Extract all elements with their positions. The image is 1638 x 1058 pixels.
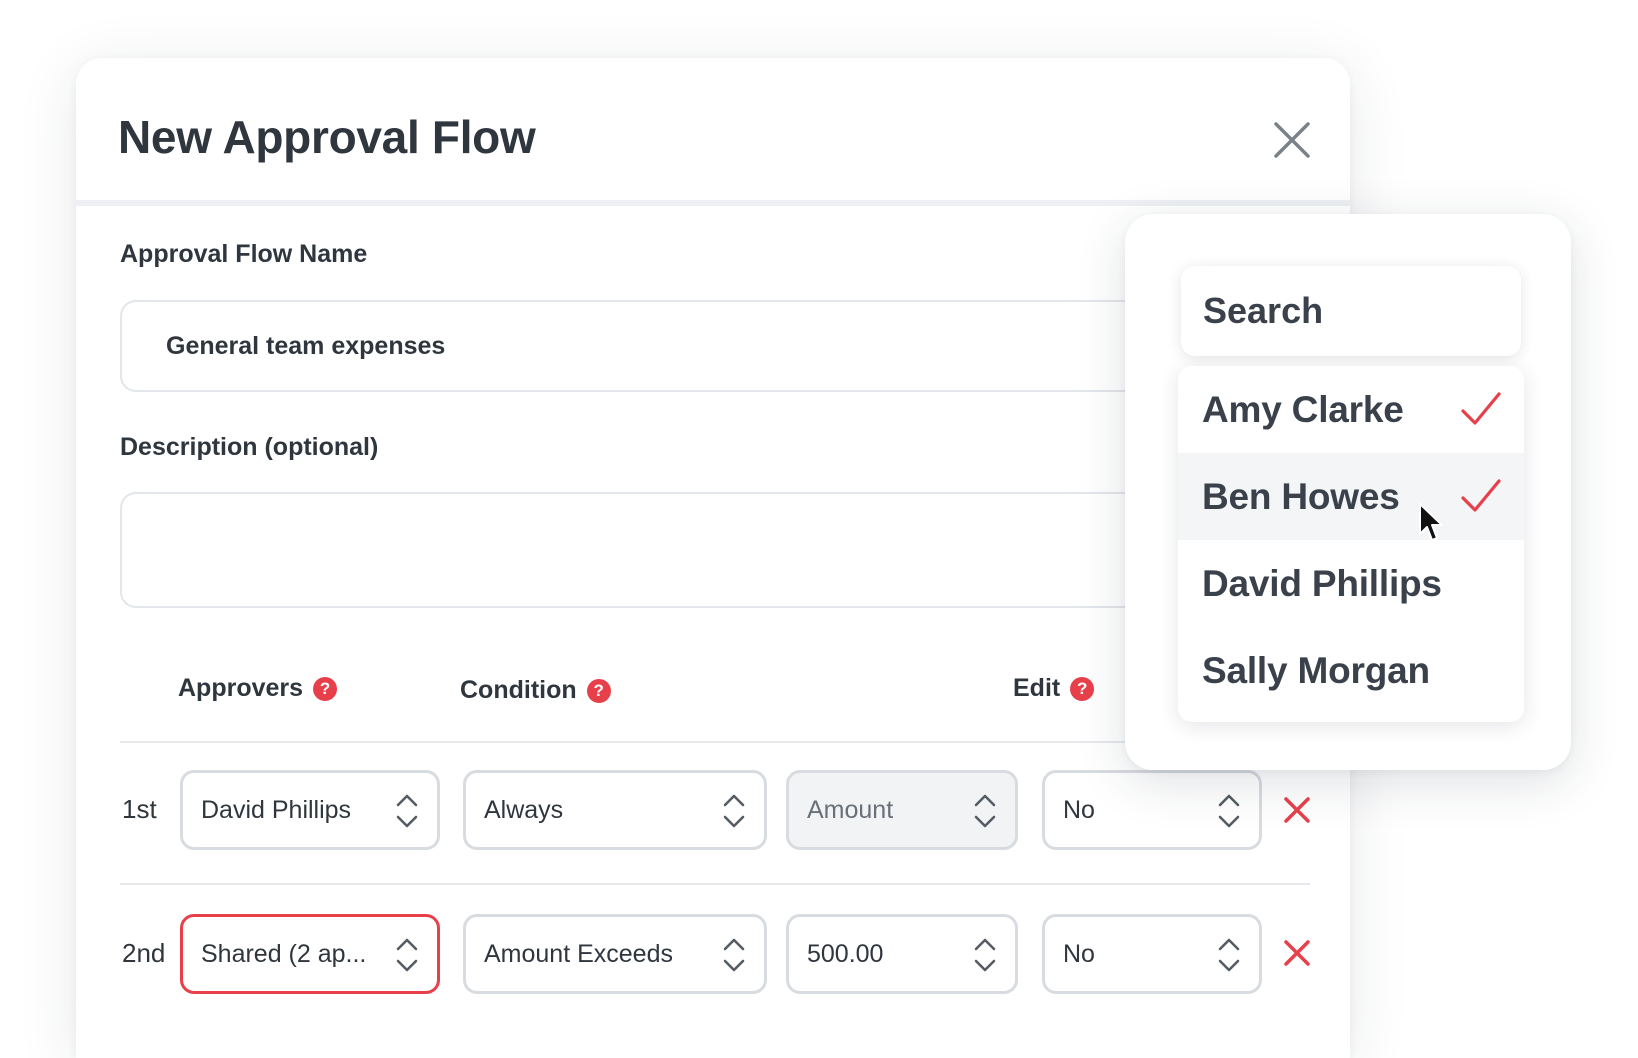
chevron-updown-icon: [723, 938, 745, 972]
approver-options-list: Amy Clarke Ben Howes David Phillips Sall…: [1178, 366, 1524, 722]
edit-column-header: Edit ?: [1013, 674, 1095, 703]
description-input[interactable]: [120, 492, 1280, 608]
chevron-updown-icon: [974, 938, 996, 972]
condition-column-header: Condition ?: [460, 676, 611, 705]
edit-select-value: No: [1063, 939, 1095, 968]
check-icon: [1461, 479, 1501, 512]
close-icon[interactable]: [1270, 118, 1314, 162]
option-label: Ben Howes: [1202, 475, 1400, 517]
row-label-2nd: 2nd: [122, 938, 166, 968]
option-label: Sally Morgan: [1202, 649, 1430, 691]
approver-select-value: Shared (2 ap...: [201, 939, 367, 968]
condition-select[interactable]: Always: [463, 770, 767, 850]
option-ben-howes[interactable]: Ben Howes: [1178, 453, 1524, 540]
condition-select[interactable]: Amount Exceeds: [463, 914, 767, 994]
amount-input[interactable]: Amount: [786, 770, 1018, 850]
page-title: New Approval Flow: [118, 111, 536, 163]
edit-header-label: Edit: [1013, 674, 1061, 702]
flow-name-input[interactable]: [120, 300, 1280, 392]
edit-select[interactable]: No: [1042, 914, 1262, 994]
chevron-updown-icon: [723, 794, 745, 828]
option-label: Amy Clarke: [1202, 388, 1404, 430]
edit-select[interactable]: No: [1042, 770, 1262, 850]
mouse-cursor-icon: [1419, 503, 1443, 541]
approver-dropdown: Amy Clarke Ben Howes David Phillips Sall…: [1125, 214, 1571, 770]
help-icon[interactable]: ?: [1070, 676, 1095, 701]
approver-select-value: David Phillips: [201, 795, 352, 824]
chevron-updown-icon: [1218, 794, 1240, 828]
chevron-updown-icon: [396, 794, 418, 828]
help-icon[interactable]: ?: [586, 678, 611, 703]
remove-x-icon[interactable]: [1282, 795, 1312, 825]
chevron-updown-icon: [396, 938, 418, 972]
approvers-header-label: Approvers: [178, 674, 304, 702]
chevron-updown-icon: [1218, 938, 1240, 972]
approver-select[interactable]: David Phillips: [180, 770, 440, 850]
edit-select-value: No: [1063, 795, 1095, 824]
flow-name-label: Approval Flow Name: [120, 240, 368, 268]
approver-select[interactable]: Shared (2 ap...: [180, 914, 440, 994]
condition-select-value: Always: [484, 795, 564, 824]
amount-input-value: Amount: [807, 795, 894, 824]
description-label: Description (optional): [120, 433, 379, 461]
row-label-1st: 1st: [122, 794, 157, 824]
option-sally-morgan[interactable]: Sally Morgan: [1178, 627, 1524, 714]
check-icon: [1461, 392, 1501, 425]
option-david-phillips[interactable]: David Phillips: [1178, 540, 1524, 627]
help-icon[interactable]: ?: [313, 676, 338, 701]
option-amy-clarke[interactable]: Amy Clarke: [1178, 366, 1524, 453]
amount-input-value: 500.00: [807, 939, 884, 968]
table-divider: [120, 883, 1310, 885]
chevron-updown-icon: [974, 794, 996, 828]
amount-input[interactable]: 500.00: [786, 914, 1018, 994]
condition-select-value: Amount Exceeds: [484, 939, 673, 968]
modal-header: New Approval Flow: [76, 58, 1350, 206]
option-label: David Phillips: [1202, 562, 1442, 604]
approvers-column-header: Approvers ?: [178, 674, 338, 703]
remove-x-icon[interactable]: [1282, 938, 1312, 968]
condition-header-label: Condition: [460, 676, 577, 704]
search-input[interactable]: [1181, 266, 1521, 356]
